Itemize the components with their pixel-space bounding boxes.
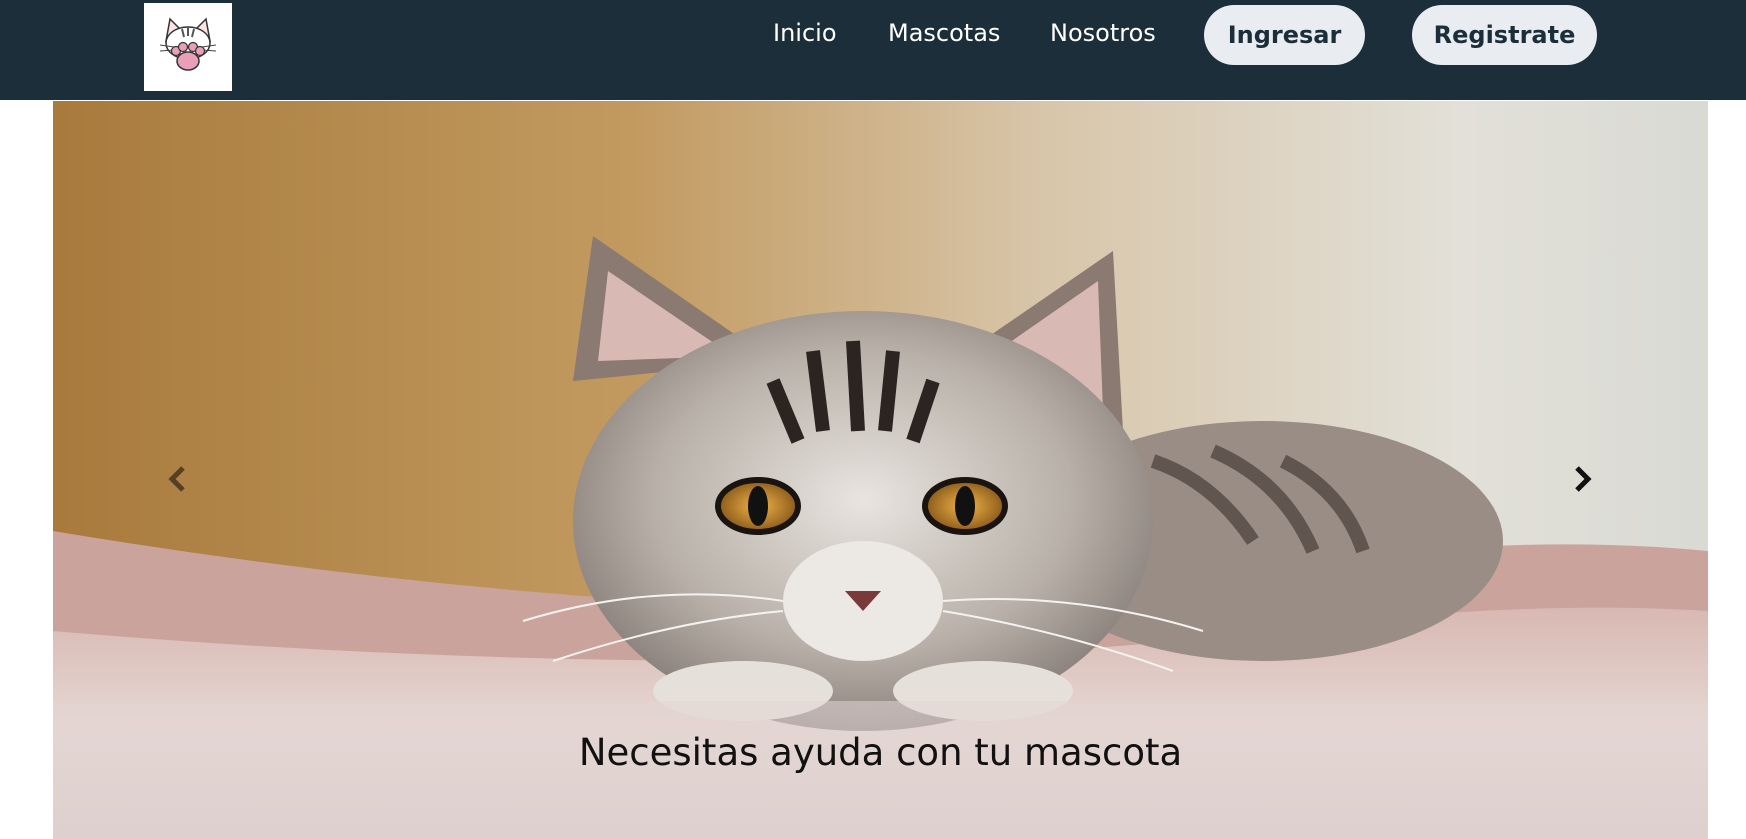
top-navbar: Inicio Mascotas Nosotros Ingresar Regist…	[0, 0, 1746, 100]
register-button[interactable]: Registrate	[1412, 5, 1597, 65]
nav-link-mascotas[interactable]: Mascotas	[888, 18, 1000, 48]
nav-link-inicio[interactable]: Inicio	[773, 18, 837, 48]
chevron-right-icon[interactable]	[1563, 459, 1603, 499]
chevron-left-icon[interactable]	[157, 459, 197, 499]
carousel-caption: Necesitas ayuda con tu mascota	[578, 731, 1183, 774]
cat-paw-logo-icon[interactable]	[144, 3, 232, 91]
hero-carousel: Necesitas ayuda con tu mascota	[53, 101, 1708, 839]
login-button[interactable]: Ingresar	[1204, 5, 1365, 65]
nav-link-nosotros[interactable]: Nosotros	[1050, 18, 1156, 48]
